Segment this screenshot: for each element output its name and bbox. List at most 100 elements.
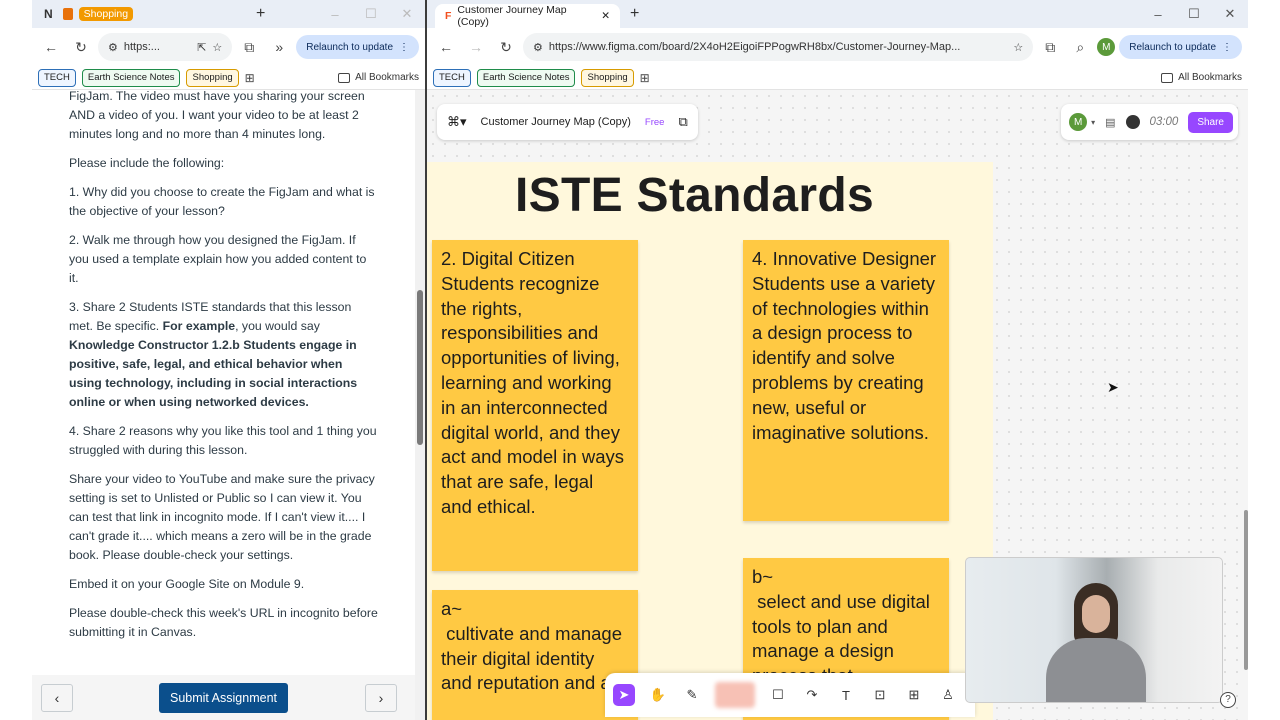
close-icon[interactable]: ✕ <box>389 6 425 22</box>
shopping-tab-group[interactable]: Shopping <box>78 7 134 21</box>
question-1: 1. Why did you choose to create the FigJ… <box>69 185 375 218</box>
plan-badge[interactable]: Free <box>645 117 665 128</box>
hand-tool-icon[interactable]: ✋ <box>647 684 669 706</box>
paragraph-double-check: Please double-check this week's URL in i… <box>69 606 378 639</box>
bookmark-tech-right[interactable]: TECH <box>433 68 471 87</box>
close-icon-right[interactable]: ✕ <box>1212 6 1248 22</box>
paragraph-share: Share your video to YouTube and make sur… <box>69 472 375 562</box>
kebab-menu-icon[interactable]: ⋮ <box>399 42 409 53</box>
text-tool-icon[interactable]: T <box>835 684 857 706</box>
paragraph-include: Please include the following: <box>69 156 225 170</box>
timer-text[interactable]: 03:00 <box>1150 116 1179 128</box>
right-bookmarks-bar: TECH Earth Science Notes Shopping ⊞ All … <box>427 66 1248 90</box>
stamp-tool-icon[interactable]: ♙ <box>937 684 959 706</box>
all-bookmarks[interactable]: All Bookmarks <box>338 72 419 83</box>
figma-tab[interactable]: F Customer Journey Map (Copy) ✕ <box>435 4 620 28</box>
minimize-icon[interactable]: – <box>317 7 353 22</box>
chevron-down-icon[interactable]: ▾ <box>1091 118 1095 127</box>
minimize-icon-right[interactable]: – <box>1140 7 1176 22</box>
bookmark-shopping[interactable]: Shopping <box>186 68 239 87</box>
assignment-instructions: FigJam. The video must have you sharing … <box>32 90 415 670</box>
paragraph-intro: FigJam. The video must have you sharing … <box>69 90 365 141</box>
folder-icon <box>338 72 351 83</box>
pointer-tool-icon[interactable]: ➤ <box>613 684 635 706</box>
right-relaunch-button[interactable]: Relaunch to update ⋮ <box>1119 35 1242 59</box>
bookmark-tech[interactable]: TECH <box>38 68 76 87</box>
site-settings-icon[interactable]: ⚙ <box>108 41 118 54</box>
sticky-note-digital-citizen[interactable]: 2. Digital Citizen Students recognize th… <box>432 240 638 571</box>
left-window-controls: – ☐ ✕ <box>317 0 425 28</box>
right-gutter <box>1248 0 1280 720</box>
previous-button[interactable]: ‹ <box>41 684 73 712</box>
sticky-note-innovative-designer[interactable]: 4. Innovative Designer Students use a va… <box>743 240 949 521</box>
kebab-menu-icon-right[interactable]: ⋮ <box>1222 42 1232 53</box>
bookmark-star-icon-right[interactable]: ☆ <box>1013 41 1023 54</box>
back-icon[interactable]: ← <box>38 34 64 60</box>
user-avatar[interactable]: M <box>1069 113 1088 131</box>
profile-avatar[interactable]: M <box>1097 38 1116 56</box>
all-bookmarks-label: All Bookmarks <box>355 72 419 83</box>
submit-assignment-button[interactable]: Submit Assignment <box>159 682 288 713</box>
table-tool-icon[interactable]: ⊞ <box>903 684 925 706</box>
left-relaunch-button[interactable]: Relaunch to update ⋮ <box>296 35 419 59</box>
question-3-mid: , you would say <box>235 319 320 333</box>
more-tabs-icon[interactable]: » <box>266 34 292 60</box>
tab-search-icon[interactable]: ⌕ <box>1067 34 1093 60</box>
for-example-bold: For example <box>162 319 236 333</box>
figjam-canvas[interactable]: ISTE Standards 2. Digital Citizen Studen… <box>427 90 1248 720</box>
marker-tool-icon[interactable]: ✎ <box>681 684 703 706</box>
left-scrollbar[interactable] <box>415 90 425 720</box>
reload-icon[interactable]: ↻ <box>68 34 94 60</box>
figjam-menu-icon[interactable]: ⌘▾ <box>447 114 467 130</box>
pens-swatch[interactable] <box>715 682 755 708</box>
left-scrollbar-thumb[interactable] <box>417 290 423 445</box>
bookmark-earth-science-notes[interactable]: Earth Science Notes <box>81 68 181 87</box>
notion-icon[interactable]: N <box>44 7 53 21</box>
example-standard-bold: Knowledge Constructor 1.2.b Students eng… <box>69 338 358 409</box>
new-tab-button[interactable]: + <box>256 5 265 23</box>
pages-icon[interactable]: ⧉ <box>678 114 687 130</box>
apps-grid-icon-right[interactable]: ⊞ <box>640 71 650 85</box>
share-button[interactable]: Share <box>1188 111 1233 133</box>
connector-tool-icon[interactable]: ↷ <box>801 684 823 706</box>
layout-icon[interactable]: ▤ <box>1105 116 1115 129</box>
next-button[interactable]: › <box>365 684 397 712</box>
shape-tool-icon[interactable]: ☐ <box>767 684 789 706</box>
tab-close-icon[interactable]: ✕ <box>601 10 610 22</box>
install-icon[interactable]: ⇱ <box>197 41 206 54</box>
paragraph-embed: Embed it on your Google Site on Module 9… <box>69 577 305 591</box>
site-settings-icon-right[interactable]: ⚙ <box>533 41 543 54</box>
extensions-icon[interactable]: ⧉ <box>236 34 262 60</box>
left-bookmarks-bar: TECH Earth Science Notes Shopping ⊞ All … <box>32 66 425 90</box>
all-bookmarks-right[interactable]: All Bookmarks <box>1161 72 1242 83</box>
section-title[interactable]: ISTE Standards <box>427 168 962 223</box>
help-icon[interactable]: ? <box>1220 692 1236 708</box>
right-toolbar: ← → ↻ ⚙ https://www.figma.com/board/2X4o… <box>427 28 1248 66</box>
maximize-icon-right[interactable]: ☐ <box>1176 6 1212 22</box>
mouse-cursor-icon: ➤ <box>1107 379 1119 395</box>
timer-icon[interactable] <box>1125 115 1140 129</box>
file-name[interactable]: Customer Journey Map (Copy) <box>481 116 631 128</box>
back-icon-right[interactable]: ← <box>433 34 459 60</box>
figma-logo-icon: F <box>445 10 452 22</box>
bookmark-star-icon[interactable]: ☆ <box>212 41 222 54</box>
section-tool-icon[interactable]: ⊡ <box>869 684 891 706</box>
maximize-icon[interactable]: ☐ <box>353 6 389 22</box>
right-address-bar[interactable]: ⚙ https://www.figma.com/board/2X4oH2Eigo… <box>523 33 1034 61</box>
new-tab-button-right[interactable]: + <box>630 5 639 23</box>
all-bookmarks-label-right: All Bookmarks <box>1178 72 1242 83</box>
question-4: 4. Share 2 reasons why you like this too… <box>69 424 377 457</box>
assignment-footer: ‹ Submit Assignment › <box>32 675 415 720</box>
figjam-file-menu: ⌘▾ Customer Journey Map (Copy) Free ⧉ <box>437 104 698 140</box>
bookmark-earth-science-notes-right[interactable]: Earth Science Notes <box>476 68 576 87</box>
extensions-icon-right[interactable]: ⧉ <box>1037 34 1063 60</box>
figma-tab-title: Customer Journey Map (Copy) <box>457 4 567 28</box>
left-address-bar[interactable]: ⚙ https:... ⇱ ☆ <box>98 33 233 61</box>
left-tab-bar: N Shopping + – ☐ ✕ <box>32 0 425 28</box>
reload-icon-right[interactable]: ↻ <box>493 34 519 60</box>
right-url-text: https://www.figma.com/board/2X4oH2EigoiF… <box>548 41 961 53</box>
forward-icon-right[interactable]: → <box>463 34 489 60</box>
apps-grid-icon[interactable]: ⊞ <box>245 71 255 85</box>
right-window-controls: – ☐ ✕ <box>1140 0 1248 28</box>
bookmark-shopping-right[interactable]: Shopping <box>581 68 634 87</box>
